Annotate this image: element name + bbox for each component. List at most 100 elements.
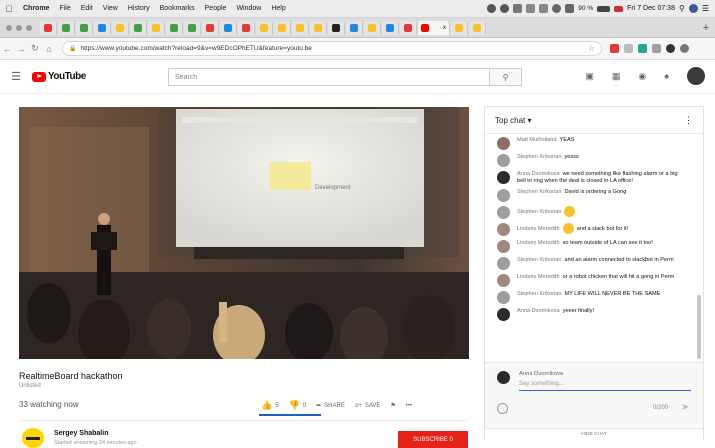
chat-message[interactable]: Lindsey Meredith or a robot chicken that … <box>485 272 693 289</box>
lock-icon[interactable]: 🔒 <box>69 45 76 52</box>
create-video-icon[interactable]: ▣ <box>585 71 594 82</box>
more-actions-button[interactable]: ••• <box>406 403 412 409</box>
menu-window[interactable]: Window <box>231 5 266 12</box>
zoom-window-button[interactable] <box>26 24 32 31</box>
browser-tab[interactable] <box>274 20 291 35</box>
menu-help[interactable]: Help <box>266 5 290 12</box>
chat-scrollbar[interactable] <box>697 139 701 361</box>
hamburger-menu-icon[interactable]: ☰ <box>0 70 32 83</box>
messages-icon[interactable]: ◉ <box>638 71 646 82</box>
back-arrow-icon[interactable]: ← <box>0 44 14 54</box>
chat-scrollbar-thumb[interactable] <box>697 295 701 359</box>
profile-icon[interactable] <box>666 44 675 53</box>
chat-mode-dropdown[interactable]: Top chat ▾ <box>495 116 532 125</box>
close-tab-icon[interactable]: x <box>443 25 446 31</box>
url-bar[interactable]: 🔒 https://www.youtube.com/watch?reload=9… <box>62 41 602 56</box>
chat-message[interactable]: Matt Mulholland YEAS <box>485 135 693 152</box>
browser-tab[interactable] <box>202 20 219 35</box>
browser-tab[interactable] <box>469 20 486 35</box>
status-app-icon[interactable] <box>513 4 523 13</box>
chat-message[interactable]: Anna Dvornikova yeeer finally! <box>485 306 693 323</box>
user-avatar-icon[interactable] <box>688 4 698 13</box>
battery-icon[interactable] <box>597 5 611 12</box>
chat-messages[interactable]: Matt Mulholland YEAS Stephen Krikorian yess… <box>485 134 693 362</box>
search-input[interactable]: Search <box>168 68 490 86</box>
browser-tab[interactable] <box>292 20 309 35</box>
chat-message[interactable]: Lindsey Meredith and a slack bot for it! <box>485 221 693 238</box>
account-avatar[interactable] <box>687 67 705 85</box>
apple-menu-icon[interactable]:  <box>0 4 18 14</box>
home-icon[interactable]: ⌂ <box>42 44 56 54</box>
browser-tab[interactable] <box>184 20 201 35</box>
chat-more-icon[interactable]: ⋮ <box>684 115 693 126</box>
airplay-icon[interactable] <box>526 4 536 13</box>
send-icon[interactable]: ➤ <box>681 402 689 413</box>
browser-tab[interactable] <box>364 20 381 35</box>
menu-app-chrome[interactable]: Chrome <box>18 5 54 12</box>
chat-message[interactable]: Stephen Krikorian and an alarm connected … <box>485 255 693 272</box>
browser-tab[interactable] <box>40 20 57 35</box>
browser-tab[interactable] <box>310 20 327 35</box>
status-app-icon[interactable] <box>487 4 497 13</box>
chat-message[interactable]: Lindsey Meredith so team outside of LA ca… <box>485 238 693 255</box>
menu-history[interactable]: History <box>123 5 155 12</box>
browser-tab[interactable] <box>76 20 93 35</box>
forward-arrow-icon[interactable]: → <box>14 44 28 54</box>
new-tab-button[interactable]: + <box>697 22 715 34</box>
chat-message[interactable]: Stephen Krikorian MY LIFE WILL NEVER BE T… <box>485 289 693 306</box>
notification-center-icon[interactable]: ☰ <box>702 4 709 13</box>
spotlight-icon[interactable]: ⚲ <box>679 4 685 13</box>
display-icon[interactable] <box>539 4 549 13</box>
like-button[interactable]: 👍 5 <box>261 400 279 411</box>
youtube-logo[interactable]: YouTube <box>32 71 86 82</box>
reload-icon[interactable]: ↻ <box>28 43 42 54</box>
bookmark-star-icon[interactable]: ☆ <box>588 44 595 53</box>
browser-tab[interactable] <box>382 20 399 35</box>
channel-avatar[interactable] <box>22 428 44 448</box>
emoji-picker-icon[interactable] <box>497 403 508 414</box>
report-button[interactable]: ⚑ <box>390 402 395 409</box>
clock[interactable]: Fri 7 Dec 07:38 <box>627 5 675 12</box>
wifi-icon[interactable] <box>552 4 562 13</box>
browser-tab-active[interactable]: x <box>418 20 450 35</box>
menu-file[interactable]: File <box>54 5 75 12</box>
browser-tab[interactable] <box>94 20 111 35</box>
browser-tab[interactable] <box>256 20 273 35</box>
browser-tab[interactable] <box>112 20 129 35</box>
chat-message[interactable]: Stephen Krikorian <box>485 204 693 221</box>
menu-edit[interactable]: Edit <box>76 5 98 12</box>
extension-icon[interactable] <box>624 44 633 53</box>
hide-chat-button[interactable]: HIDE CHAT <box>485 428 703 440</box>
apps-grid-icon[interactable]: ▦ <box>612 71 621 82</box>
browser-tab[interactable] <box>58 20 75 35</box>
video-player[interactable]: Development <box>19 107 469 359</box>
menu-people[interactable]: People <box>200 5 232 12</box>
minimize-window-button[interactable] <box>16 24 22 31</box>
search-button[interactable]: ⚲ <box>490 68 522 86</box>
extension-icon[interactable] <box>610 44 619 53</box>
browser-tab[interactable] <box>220 20 237 35</box>
browser-tab[interactable] <box>148 20 165 35</box>
dislike-button[interactable]: 👎 0 <box>289 400 307 411</box>
input-flag-icon[interactable] <box>614 5 624 12</box>
subscribe-button[interactable]: SUBSCRIBE 0 <box>398 431 468 448</box>
save-button[interactable]: ≡+ SAVE <box>355 403 381 409</box>
chrome-menu-icon[interactable] <box>680 44 689 53</box>
browser-tab[interactable] <box>400 20 417 35</box>
chat-message-input[interactable]: Say something... <box>519 381 691 391</box>
extension-icon[interactable] <box>638 44 647 53</box>
menu-bookmarks[interactable]: Bookmarks <box>155 5 200 12</box>
chat-message[interactable]: Stephen Krikorian David is ordering a Gon… <box>485 187 693 204</box>
menu-view[interactable]: View <box>98 5 123 12</box>
browser-tab[interactable] <box>130 20 147 35</box>
browser-tab[interactable] <box>451 20 468 35</box>
close-window-button[interactable] <box>6 24 12 31</box>
volume-icon[interactable] <box>565 4 575 13</box>
share-button[interactable]: ➦ SHARE <box>316 402 345 410</box>
browser-tab[interactable] <box>346 20 363 35</box>
browser-tab[interactable] <box>238 20 255 35</box>
chat-message[interactable]: Stephen Krikorian yesss <box>485 152 693 169</box>
chat-message[interactable]: Anna Dvornikova we need something like fl… <box>485 169 693 187</box>
channel-name[interactable]: Sergey Shabalin <box>54 430 108 437</box>
browser-tab[interactable] <box>166 20 183 35</box>
